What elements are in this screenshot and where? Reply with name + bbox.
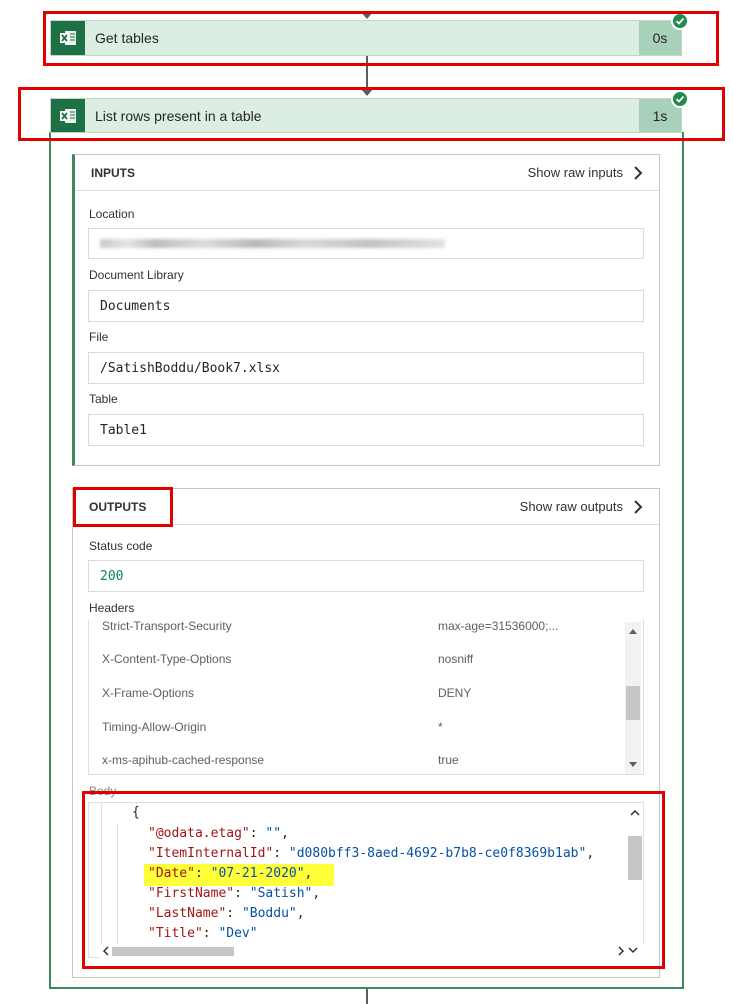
show-raw-outputs-label: Show raw outputs	[519, 499, 623, 514]
location-field	[88, 228, 644, 259]
headers-scrollbar[interactable]	[625, 622, 641, 774]
inputs-heading: INPUTS	[91, 165, 136, 180]
header-name: Strict-Transport-Security	[102, 619, 232, 633]
show-raw-inputs-label: Show raw inputs	[527, 165, 623, 180]
blurred-location-value	[100, 239, 445, 248]
annotation-box	[82, 791, 665, 969]
headers-scroll-thumb[interactable]	[626, 686, 640, 720]
annotation-box	[43, 11, 719, 66]
annotation-box	[18, 87, 725, 141]
header-name: X-Frame-Options	[102, 686, 195, 700]
chevron-right-icon	[634, 165, 643, 180]
file-label: File	[89, 330, 109, 344]
header-value: nosniff	[438, 652, 474, 666]
header-value: max-age=31536000;...	[438, 619, 559, 633]
chevron-right-icon	[634, 499, 643, 514]
table-field: Table1	[88, 414, 644, 446]
scroll-up-icon[interactable]	[629, 628, 637, 634]
annotation-box	[73, 487, 173, 527]
status-code-label: Status code	[89, 539, 153, 553]
inputs-header: INPUTS Show raw inputs	[75, 155, 659, 191]
header-value: DENY	[438, 686, 472, 700]
header-name: x-ms-apihub-cached-response	[102, 753, 265, 767]
header-value: true	[438, 753, 459, 767]
header-name: X-Content-Type-Options	[102, 652, 232, 666]
document-library-field: Documents	[88, 290, 644, 322]
status-code-value: 200	[100, 568, 124, 584]
header-name: Timing-Allow-Origin	[102, 720, 207, 734]
scroll-down-icon[interactable]	[629, 762, 637, 768]
location-label: Location	[89, 207, 135, 221]
show-raw-outputs-link[interactable]: Show raw outputs	[520, 499, 643, 515]
table-label: Table	[89, 392, 118, 406]
document-library-label: Document Library	[89, 268, 184, 282]
connector-line	[366, 988, 368, 1004]
file-field: /SatishBoddu/Book7.xlsx	[88, 352, 644, 384]
headers-label: Headers	[89, 601, 135, 615]
header-value: *	[438, 720, 443, 734]
show-raw-inputs-link[interactable]: Show raw inputs	[528, 165, 643, 181]
status-code-field: 200	[88, 560, 644, 592]
